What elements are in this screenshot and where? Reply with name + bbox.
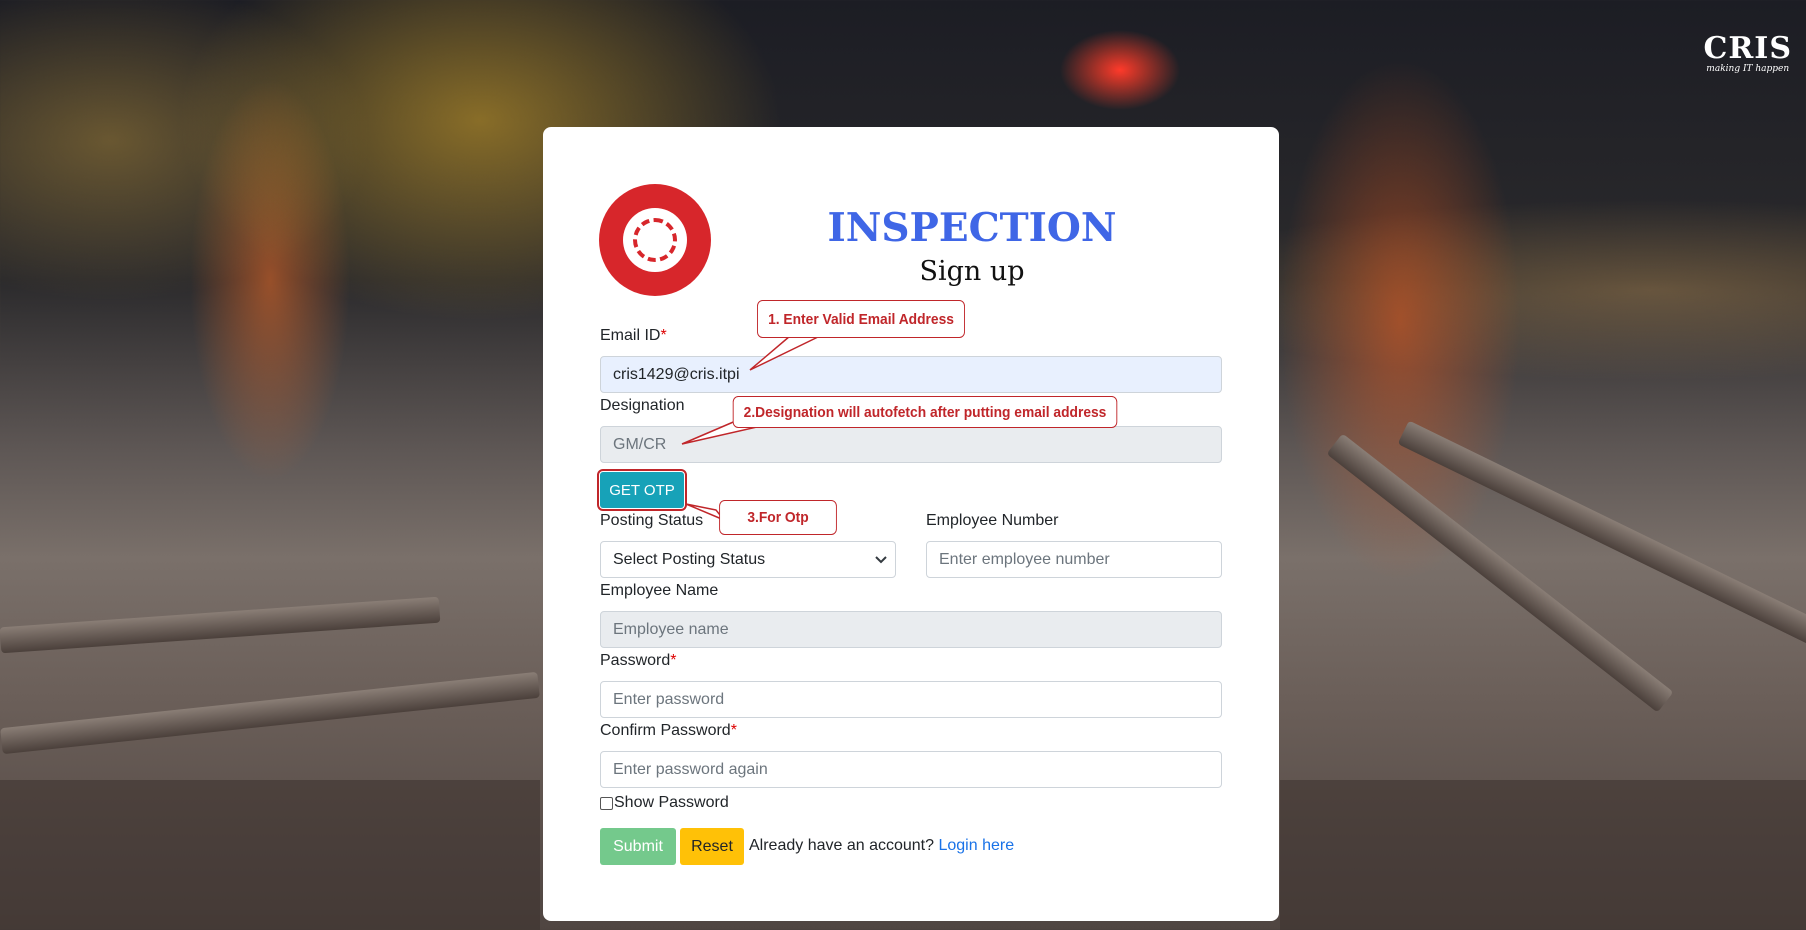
- callout-step2: 2.Designation will autofetch after putti…: [732, 396, 1118, 428]
- show-password-label: Show Password: [614, 794, 729, 811]
- cris-logo-text: CRIS: [1703, 31, 1792, 66]
- designation-field: GM/CR: [600, 426, 1222, 463]
- page-subtitle: Sign up: [919, 256, 1025, 287]
- already-account-text: Already have an account? Login here: [749, 837, 1015, 854]
- show-password-toggle[interactable]: Show Password: [600, 794, 729, 812]
- signup-card: INSPECTION Sign up Email ID* cris1429@cr…: [543, 127, 1279, 921]
- login-link[interactable]: Login here: [938, 837, 1014, 854]
- password-field[interactable]: Enter password: [600, 681, 1222, 718]
- employee-number-field[interactable]: Enter employee number: [926, 541, 1222, 578]
- rail-left-2: [0, 671, 540, 755]
- employee-name-label: Employee Name: [600, 582, 719, 599]
- cris-logo: CRIS making IT happen: [1703, 31, 1792, 75]
- designation-label: Designation: [600, 397, 685, 414]
- page-title: INSPECTION: [827, 205, 1117, 251]
- email-label: Email ID*: [600, 327, 667, 344]
- callout-step3: 3.For Otp: [719, 500, 837, 535]
- chevron-down-icon: [875, 556, 887, 564]
- confirm-password-label: Confirm Password*: [600, 722, 737, 739]
- submit-button[interactable]: Submit: [600, 828, 676, 865]
- posting-status-select[interactable]: Select Posting Status: [600, 541, 896, 578]
- posting-status-label: Posting Status: [600, 512, 704, 529]
- ballast-left: [0, 780, 540, 930]
- show-password-checkbox[interactable]: [600, 796, 613, 810]
- employee-name-field: Employee name: [600, 611, 1222, 648]
- cris-logo-tagline: making IT happen: [1706, 64, 1790, 74]
- password-label: Password*: [600, 652, 677, 669]
- email-field[interactable]: cris1429@cris.itpi: [600, 356, 1222, 393]
- rail-left: [0, 596, 441, 654]
- confirm-password-field[interactable]: Enter password again: [600, 751, 1222, 788]
- reset-button[interactable]: Reset: [680, 828, 744, 865]
- ballast-right: [1280, 780, 1806, 930]
- callout-step1: 1. Enter Valid Email Address: [757, 300, 965, 338]
- employee-number-label: Employee Number: [926, 512, 1059, 529]
- get-otp-button[interactable]: GET OTP: [597, 469, 687, 511]
